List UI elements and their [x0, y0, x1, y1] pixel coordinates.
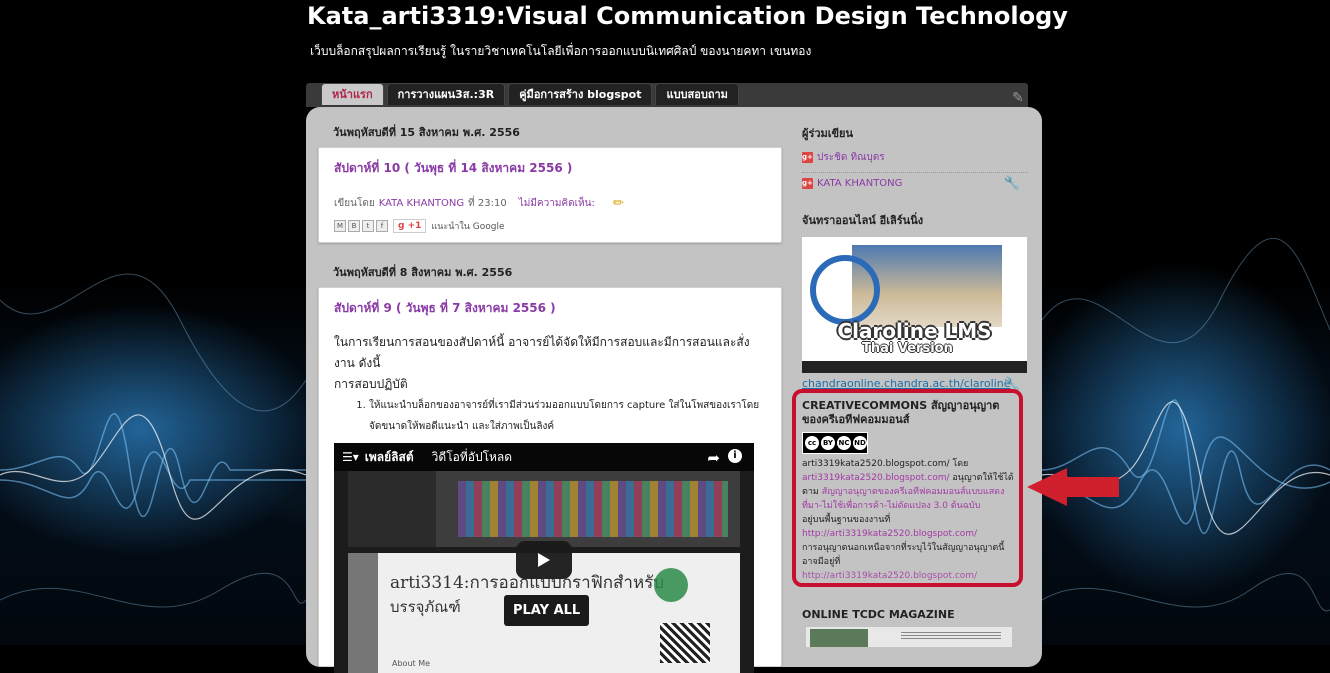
date-header: วันพฤหัสบดีที่ 15 สิงหาคม พ.ศ. 2556	[333, 126, 520, 139]
by-icon: BY	[821, 436, 835, 450]
date-header: วันพฤหัสบดีที่ 8 สิงหาคม พ.ศ. 2556	[333, 266, 513, 279]
tcdc-title: ONLINE TCDC MAGAZINE	[802, 608, 955, 621]
tabs-wrench-icon[interactable]: ✎	[1012, 90, 1024, 106]
tcdc-magazine-image[interactable]	[806, 627, 1012, 647]
tcdc-text-lines	[901, 632, 1001, 640]
email-share-icon[interactable]: M	[334, 220, 346, 232]
main-column: วันพฤหัสบดีที่ 15 สิงหาคม พ.ศ. 2556 สัปด…	[318, 115, 782, 673]
red-arrow-annotation	[1027, 468, 1119, 506]
contributor-name[interactable]: ประชิด ทิณบุตร	[817, 150, 885, 165]
play-all-button[interactable]: PLAY ALL	[504, 595, 590, 626]
blogger-share-icon[interactable]: B	[348, 220, 360, 232]
post-title[interactable]: สัปดาห์ที่ 9 ( วันพุธ ที่ 7 สิงหาคม 2556…	[334, 299, 766, 318]
thumb-palette	[458, 481, 728, 537]
cc-license-link[interactable]: สัญญาอนุญาตของครีเอทีฟคอมมอนส์แบบแสดงที่…	[802, 487, 1004, 511]
nd-icon: ND	[853, 436, 867, 450]
tab-planning[interactable]: การวางแผน3ส.:3R	[386, 83, 506, 105]
cc-line: อยู่บนพื้นฐานของงานที่	[802, 515, 891, 525]
playlist-menu-icon[interactable]: ☰▾	[342, 447, 359, 468]
post: สัปดาห์ที่ 9 ( วันพุธ ที่ 7 สิงหาคม 2556…	[318, 287, 782, 673]
posted-by-label: เขียนโดย	[334, 198, 375, 209]
playlist-label[interactable]: เพลย์ลิสต์	[365, 447, 414, 468]
recommend-label: แนะนำใน Google	[431, 222, 505, 232]
blog-title[interactable]: Kata_arti3319:Visual Communication Desig…	[307, 2, 1068, 30]
list-item: ให้แนะนำบล็อกของอาจารย์ที่เรามีส่วนร่วมอ…	[369, 395, 766, 437]
post-list: ให้แนะนำบล็อกของอาจารย์ที่เรามีส่วนร่วมอ…	[334, 395, 766, 437]
cc-line: การอนุญาตนอกเหนือจากที่ระบุไว้ในสัญญาอนุ…	[802, 543, 1005, 567]
cc-link[interactable]: http://arti3319kata2520.blogspot.com/	[802, 571, 977, 581]
thumb-heading: บรรจุภัณฑ์	[390, 598, 461, 616]
post-paragraph: การสอบปฏิบัติ	[334, 377, 408, 391]
banner-credits	[802, 361, 1027, 373]
contributor-name[interactable]: KATA KHANTONG	[817, 178, 902, 189]
creative-commons-widget: CREATIVECOMMONS สัญญาอนุญาตของครีเอทีฟคอ…	[802, 399, 1014, 583]
post-title[interactable]: สัปดาห์ที่ 10 ( วันพุธ ที่ 14 สิงหาคม 25…	[334, 159, 766, 178]
cc-line: arti3319kata2520.blogspot.com/ โดย	[802, 459, 969, 469]
blog-description: เว็บบล็อกสรุปผลการเรียนรู้ ในรายวิชาเทคโ…	[310, 44, 812, 58]
post-paragraph: ในการเรียนการสอนของสัปดาห์นี้ อาจารย์ได้…	[334, 335, 750, 370]
divider	[802, 172, 1028, 173]
contributor-item[interactable]: g+ ประชิด ทิณบุตร	[802, 150, 1028, 165]
tab-home[interactable]: หน้าแรก	[321, 83, 384, 105]
banner-text: Claroline LMS	[837, 319, 992, 343]
author-link[interactable]: KATA KHANTONG	[379, 198, 464, 209]
cc-link[interactable]: arti3319kata2520.blogspot.com/	[802, 473, 950, 483]
gplus-label: +1	[407, 221, 422, 231]
video-title[interactable]: วิดีโอที่อัปโหลด	[432, 447, 512, 468]
sidebar: ผู้ร่วมเขียน g+ ประชิด ทิณบุตร g+ KATA K…	[802, 118, 1028, 392]
facebook-share-icon[interactable]: f	[376, 220, 388, 232]
nc-icon: NC	[837, 436, 851, 450]
claroline-banner-image[interactable]: Claroline LMS Thai Version	[802, 237, 1027, 373]
thumb-sidebar	[348, 553, 378, 673]
page-tabs: หน้าแรก การวางแผน3ส.:3R คู่มือการสร้าง b…	[321, 83, 739, 105]
tab-survey[interactable]: แบบสอบถาม	[655, 83, 739, 105]
contributors-title: ผู้ร่วมเขียน	[802, 127, 854, 140]
post-footer: เขียนโดย KATA KHANTONG ที่ 23:10 ไม่มีคว…	[334, 196, 766, 211]
video-title-bar: ☰▾ เพลย์ลิสต์ วิดีโอที่อัปโหลด ➦ i	[334, 443, 754, 471]
banner-subtext: Thai Version	[862, 341, 953, 356]
claroline-title: จันทราออนไลน์ อีเลิร์นนิ่ง	[802, 214, 924, 227]
wrench-icon[interactable]: 🔧	[1004, 176, 1020, 191]
thumb-logo	[654, 568, 688, 602]
gplus-icon: g+	[802, 152, 813, 163]
thumb-about: About Me	[392, 659, 431, 668]
tab-blogspot-guide[interactable]: คู่มือการสร้าง blogspot	[508, 83, 653, 105]
play-button[interactable]	[516, 541, 572, 579]
contributor-item[interactable]: g+ KATA KHANTONG 🔧	[802, 176, 1028, 191]
gplus-icon: g+	[802, 178, 813, 189]
share-buttons: M B t f g +1 แนะนำใน Google	[334, 219, 766, 233]
qr-code	[660, 623, 710, 663]
comments-link[interactable]: ไม่มีความคิดเห็น:	[519, 196, 595, 211]
edit-pencil-icon[interactable]: ✏	[613, 196, 624, 211]
cc-icon: cc	[805, 436, 819, 450]
post-body: ในการเรียนการสอนของสัปดาห์นี้ อาจารย์ได้…	[334, 332, 766, 673]
info-icon[interactable]: i	[728, 449, 742, 463]
cc-license-badge[interactable]: cc BY NC ND	[802, 432, 868, 454]
cc-title: CREATIVECOMMONS สัญญาอนุญาตของครีเอทีฟคอ…	[802, 399, 1000, 426]
youtube-embed[interactable]: arti3314:การออกแบบกราฟิกสำหรับ บรรจุภัณฑ…	[334, 443, 754, 673]
cc-link[interactable]: http://arti3319kata2520.blogspot.com/	[802, 529, 977, 539]
twitter-share-icon[interactable]: t	[362, 220, 374, 232]
cc-text: arti3319kata2520.blogspot.com/ โดย arti3…	[802, 457, 1014, 583]
gplus-one-button[interactable]: g +1	[393, 219, 427, 233]
gplus-icon: g	[398, 221, 405, 231]
share-icon[interactable]: ➦	[707, 448, 720, 469]
banner-logo	[810, 255, 880, 325]
thumb-sidebar	[348, 471, 436, 547]
post-time[interactable]: ที่ 23:10	[468, 196, 507, 211]
post: สัปดาห์ที่ 10 ( วันพุธ ที่ 14 สิงหาคม 25…	[318, 147, 782, 243]
tcdc-thumb	[810, 629, 868, 647]
video-thumbnail	[348, 471, 740, 547]
